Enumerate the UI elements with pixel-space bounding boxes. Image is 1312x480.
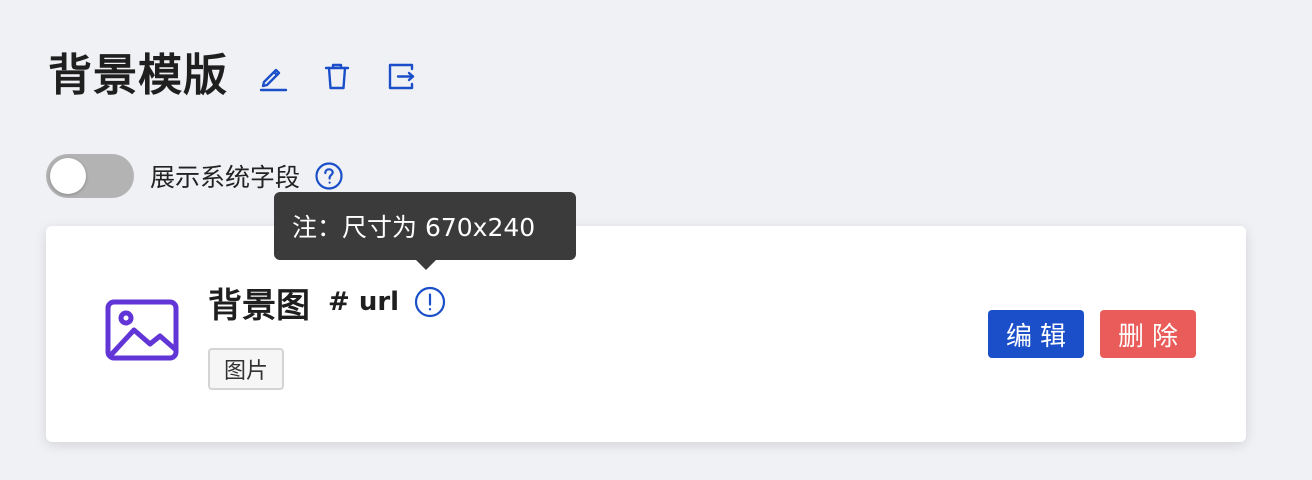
field-type-badge: 图片 <box>208 348 285 390</box>
system-fields-toggle[interactable] <box>46 154 134 198</box>
field-card: 背景图 # url 图片 编辑 删除 <box>46 226 1246 442</box>
tooltip-arrow <box>416 260 436 270</box>
delete-button[interactable]: 删除 <box>1100 310 1196 358</box>
field-title-row: 背景图 # url <box>208 278 447 326</box>
toggle-knob <box>50 158 86 194</box>
exclamation-icon[interactable] <box>413 285 447 319</box>
edit-icon[interactable] <box>254 57 292 95</box>
toggle-label: 展示系统字段 <box>150 163 301 192</box>
question-icon[interactable] <box>314 161 344 191</box>
field-key: # url <box>328 287 400 317</box>
field-name: 背景图 <box>208 285 310 326</box>
trash-icon[interactable] <box>318 57 356 95</box>
page-header: 背景模版 <box>48 44 420 108</box>
size-tooltip: 注：尺寸为 670x240 <box>274 192 576 270</box>
image-icon <box>104 298 184 370</box>
edit-button[interactable]: 编辑 <box>988 310 1084 358</box>
tooltip-text: 注：尺寸为 670x240 <box>292 213 536 242</box>
export-icon[interactable] <box>382 57 420 95</box>
page-title: 背景模版 <box>48 50 228 101</box>
